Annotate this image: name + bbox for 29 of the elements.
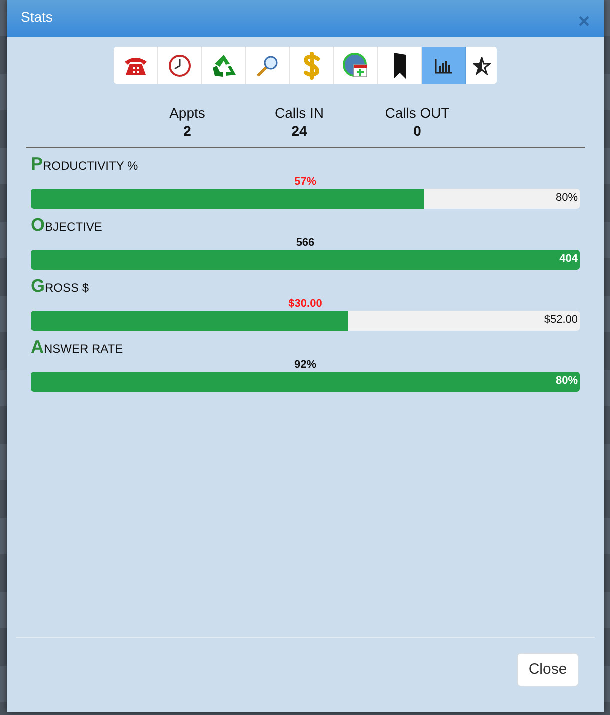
- target-value: $52.00: [544, 314, 578, 327]
- metric-title: OBJECTIVE: [31, 215, 104, 235]
- counter-label: Calls OUT: [385, 105, 450, 121]
- counter-label: Appts: [170, 105, 206, 121]
- window-title: Stats: [21, 10, 53, 24]
- metric-value: $30.00: [288, 298, 322, 311]
- clock-icon: [168, 54, 192, 78]
- target-value: 80%: [556, 375, 578, 388]
- metric-title: ANSWER RATE: [31, 337, 124, 357]
- metric-value: 57%: [294, 176, 317, 189]
- recycle-icon: [210, 54, 236, 78]
- metric-title: GROSS $: [31, 276, 90, 296]
- metric-value: 92%: [294, 359, 317, 372]
- toolbar-button[interactable]: [422, 47, 466, 84]
- counter-value: 24: [292, 123, 308, 139]
- magnifier-icon: [256, 54, 280, 78]
- metric-title: PRODUCTIVITY %: [31, 154, 140, 174]
- counter-value: 0: [414, 123, 422, 139]
- counter-label: Calls IN: [274, 105, 324, 121]
- target-value: 80%: [556, 192, 578, 205]
- close-button[interactable]: Close: [517, 653, 579, 687]
- bookmark-icon: [392, 52, 406, 80]
- metric-value: 566: [296, 237, 315, 250]
- dollar-icon: [302, 52, 322, 80]
- target-value: 404: [560, 253, 578, 266]
- calendar-add-icon: [342, 52, 368, 78]
- counter-value: 2: [184, 123, 192, 139]
- bar-chart-icon: [434, 58, 452, 74]
- star-icon: [472, 56, 490, 74]
